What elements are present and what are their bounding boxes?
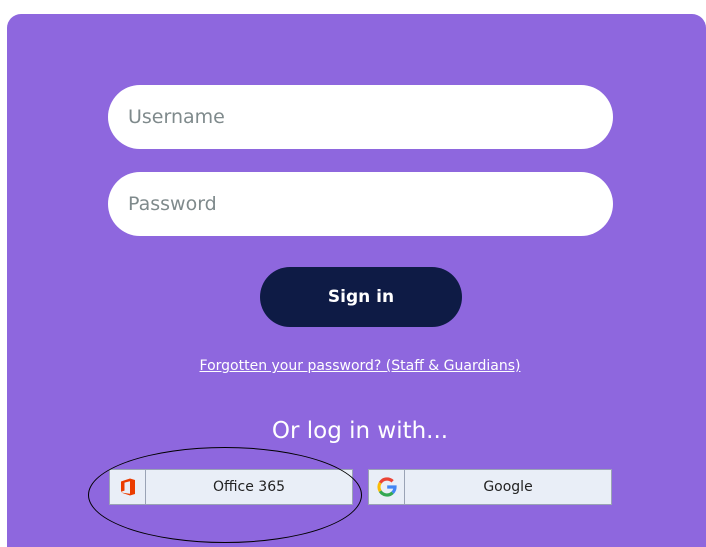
or-log-in-with-heading: Or log in with... [271,418,449,444]
username-input[interactable] [108,85,613,149]
office-365-label: Office 365 [212,479,286,495]
password-input[interactable] [108,172,613,236]
google-button[interactable]: Google [368,469,612,505]
office-icon [110,470,146,504]
google-icon [369,470,405,504]
forgot-password-link[interactable]: Forgotten your password? (Staff & Guardi… [0,358,706,374]
sign-in-button[interactable]: Sign in [260,267,462,327]
office-365-button[interactable]: Office 365 [109,469,353,505]
google-label: Google [483,479,533,495]
